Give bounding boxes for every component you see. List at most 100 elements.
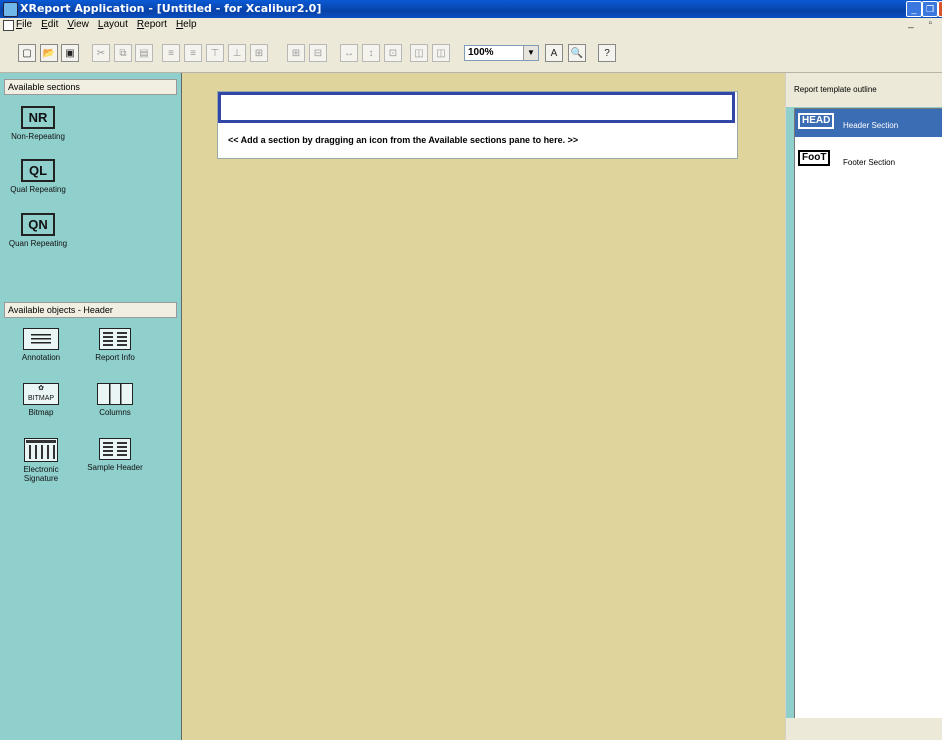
available-sections-header: Available sections	[4, 79, 177, 95]
report-template-outline-header: Report template outline	[786, 73, 942, 107]
object-label: Report Info	[95, 353, 135, 362]
align-right-button[interactable]: ≡	[184, 44, 202, 62]
align-left-icon: ≡	[168, 47, 174, 59]
zoom-select[interactable]: 100% ▼	[464, 45, 539, 61]
align-right-icon: ≡	[190, 47, 196, 59]
outline-item-footer[interactable]: FooT Footer Section	[795, 146, 942, 174]
send-back-icon: ◫	[436, 47, 446, 59]
print-preview-button[interactable]: 🔍	[568, 44, 586, 62]
chevron-down-icon[interactable]: ▼	[523, 46, 538, 60]
align-top-icon: ⊤	[210, 47, 220, 59]
annotation-icon	[23, 328, 59, 350]
bitmap-glyph: ✿	[38, 385, 44, 392]
menu-file[interactable]: File	[16, 19, 32, 30]
open-icon: 📂	[42, 47, 56, 59]
bitmap-icon: ✿ BITMAP	[23, 383, 59, 405]
same-width-icon: ↔	[344, 47, 354, 59]
section-label: Qual Repeating	[10, 185, 66, 194]
mdi-controls[interactable]: _ ▫	[908, 18, 938, 29]
section-label: Non-Repeating	[11, 132, 65, 141]
object-annotation[interactable]: Annotation	[6, 328, 76, 362]
help-button[interactable]: ?	[598, 44, 616, 62]
left-pane: Available sections NR Non-Repeating QL Q…	[0, 73, 182, 740]
object-label: Columns	[99, 408, 131, 417]
outline-label: Header Section	[843, 121, 899, 130]
object-columns[interactable]: Columns	[80, 383, 150, 417]
document-icon[interactable]	[3, 20, 14, 31]
qual-repeating-icon: QL	[21, 159, 55, 182]
right-pane: Report template outline HEAD Header Sect…	[786, 73, 942, 740]
new-icon: ▢	[22, 47, 32, 59]
menu-edit[interactable]: Edit	[41, 19, 58, 30]
object-label: Bitmap	[28, 408, 54, 417]
outline-item-header[interactable]: HEAD Header Section	[795, 109, 942, 137]
object-electronic-signature[interactable]: Electronic Signature	[6, 438, 76, 483]
design-canvas[interactable]	[182, 73, 785, 740]
same-width-button[interactable]: ↔	[340, 44, 358, 62]
menu-report[interactable]: Report	[137, 19, 167, 30]
menu-bar: File Edit View Layout Report Help _ ▫	[0, 18, 942, 33]
app-icon	[3, 2, 18, 17]
same-size-button[interactable]: ⊡	[384, 44, 402, 62]
paste-button[interactable]: ▤	[135, 44, 153, 62]
quan-repeating-icon: QN	[21, 213, 55, 236]
available-objects-header: Available objects - Header	[4, 302, 177, 318]
font-icon: A	[550, 47, 558, 59]
minimize-button[interactable]: _	[906, 1, 922, 17]
zoom-value: 100%	[468, 47, 494, 58]
same-height-icon: ↕	[368, 47, 374, 59]
section-qual-repeating[interactable]: QL Qual Repeating	[8, 159, 68, 194]
section-non-repeating[interactable]: NR Non-Repeating	[8, 106, 68, 141]
distribute-button[interactable]: ⊞	[250, 44, 268, 62]
outline-label: Footer Section	[843, 158, 896, 167]
paste-icon: ▤	[139, 47, 149, 59]
cut-icon: ✂	[96, 47, 106, 59]
status-bar	[786, 718, 942, 740]
title-bar: XReport Application - [Untitled - for Xc…	[0, 0, 942, 18]
menu-layout[interactable]: Layout	[98, 19, 128, 30]
cut-button[interactable]: ✂	[92, 44, 110, 62]
copy-icon: ⧉	[119, 47, 127, 59]
header-section-band[interactable]	[218, 92, 735, 123]
same-size-icon: ⊡	[388, 47, 398, 59]
section-quan-repeating[interactable]: QN Quan Repeating	[8, 213, 68, 248]
electronic-signature-icon	[24, 438, 58, 462]
copy-button[interactable]: ⧉	[114, 44, 132, 62]
send-back-button[interactable]: ◫	[432, 44, 450, 62]
restore-button[interactable]: ❐	[922, 1, 938, 17]
group-button[interactable]: ⊞	[287, 44, 305, 62]
object-bitmap[interactable]: ✿ BITMAP Bitmap	[6, 383, 76, 417]
object-label: Electronic Signature	[23, 465, 59, 483]
non-repeating-icon: NR	[21, 106, 55, 129]
save-button[interactable]: ▣	[61, 44, 79, 62]
ungroup-button[interactable]: ⊟	[309, 44, 327, 62]
menu-view[interactable]: View	[67, 19, 89, 30]
object-label: Sample Header	[87, 463, 143, 472]
align-bottom-button[interactable]: ⊥	[228, 44, 246, 62]
bitmap-icon-text: BITMAP	[27, 395, 55, 402]
print-preview-icon: 🔍	[570, 47, 584, 59]
distribute-icon: ⊞	[254, 47, 264, 59]
section-drop-area[interactable]: << Add a section by dragging an icon fro…	[217, 91, 738, 159]
align-left-button[interactable]: ≡	[162, 44, 180, 62]
save-icon: ▣	[65, 47, 75, 59]
drop-hint: << Add a section by dragging an icon fro…	[228, 135, 579, 145]
open-button[interactable]: 📂	[40, 44, 58, 62]
help-icon: ?	[604, 47, 610, 59]
bring-front-button[interactable]: ◫	[410, 44, 428, 62]
object-report-info[interactable]: Report Info	[80, 328, 150, 362]
ungroup-icon: ⊟	[313, 47, 323, 59]
object-sample-header[interactable]: Sample Header	[80, 438, 150, 472]
align-bottom-icon: ⊥	[232, 47, 242, 59]
window-title: XReport Application - [Untitled - for Xc…	[20, 2, 322, 15]
toolbar: ▢ 📂 ▣ ✂ ⧉ ▤ ≡ ≡ ⊤ ⊥ ⊞ ⊞ ⊟ ↔ ↕ ⊡ ◫ ◫ A 🔍? 100% ▼	[0, 32, 942, 73]
report-info-icon	[99, 328, 131, 350]
columns-icon	[97, 383, 133, 405]
font-button[interactable]: A	[545, 44, 563, 62]
new-button[interactable]: ▢	[18, 44, 36, 62]
same-height-button[interactable]: ↕	[362, 44, 380, 62]
head-icon: HEAD	[798, 113, 835, 129]
close-button[interactable]	[938, 1, 942, 17]
align-top-button[interactable]: ⊤	[206, 44, 224, 62]
menu-help[interactable]: Help	[176, 19, 197, 30]
